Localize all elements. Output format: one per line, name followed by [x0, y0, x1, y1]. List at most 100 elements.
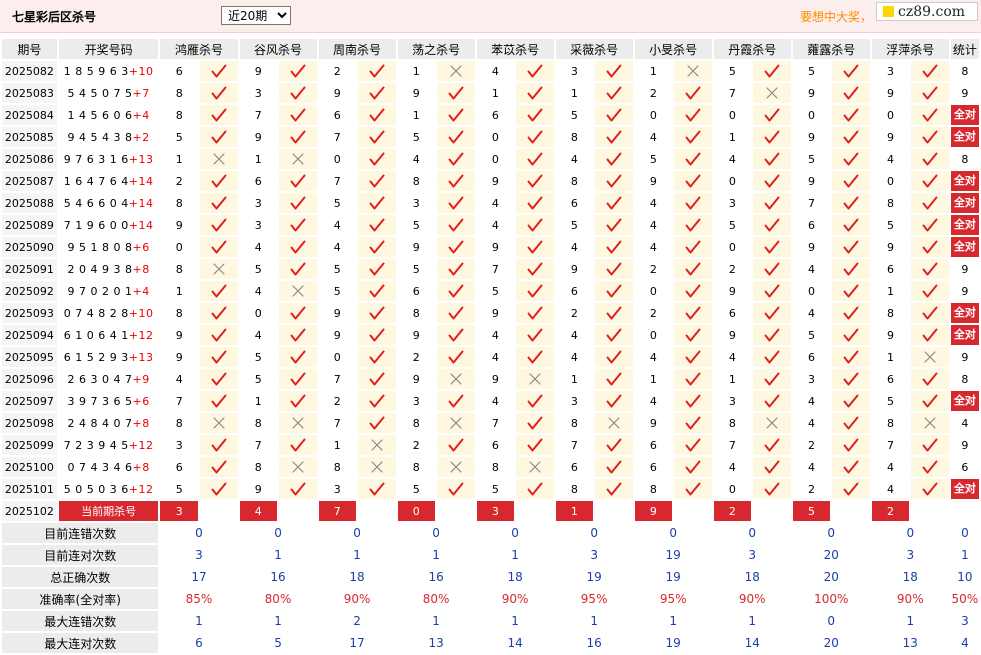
kill-value: 5 — [792, 61, 831, 81]
hit-mark — [357, 347, 396, 367]
kill-value: 3 — [318, 479, 356, 499]
summary-value: 3 — [950, 611, 979, 631]
draw-special: +2 — [132, 130, 150, 144]
period-cell: 2025099 — [2, 435, 57, 455]
check-icon — [606, 240, 622, 254]
kill-value: 0 — [634, 325, 673, 345]
kill-value: 7 — [318, 369, 356, 389]
logo-square-icon — [883, 6, 894, 17]
header-predictor[interactable]: 采薇杀号 — [555, 39, 633, 59]
kill-value: 4 — [397, 149, 435, 169]
table-row: 2025101 5 0 5 0 3 6+12 5 9 3 5 5 8 8 0 2 4 全对 — [2, 479, 979, 499]
kill-value: 9 — [318, 325, 356, 345]
hit-mark — [278, 171, 317, 191]
stat-cell: 全对 — [950, 171, 979, 191]
check-icon — [448, 262, 464, 276]
period-cell: 2025086 — [2, 149, 57, 169]
check-icon — [764, 482, 780, 496]
summary-row: 最大连错次数 1 1 2 1 1 1 1 1 0 1 3 — [2, 611, 979, 631]
draw-numbers-cell: 2 0 4 9 3 8+8 — [58, 259, 159, 279]
table-row: 2025100 0 7 4 3 4 6+8 6 8 8 8 8 6 6 4 4 4 6 — [2, 457, 979, 477]
hit-mark — [674, 413, 712, 433]
hit-mark — [832, 127, 870, 147]
kill-value: 3 — [239, 215, 277, 235]
check-icon — [369, 86, 385, 100]
header-predictor[interactable]: 浮萍杀号 — [871, 39, 949, 59]
miss-mark — [437, 61, 475, 81]
summary-value: 14 — [476, 633, 554, 653]
check-icon — [527, 482, 543, 496]
hit-mark — [516, 127, 554, 147]
draw-digits: 6 1 5 2 9 3 — [63, 350, 129, 364]
kill-value: 3 — [160, 435, 198, 455]
hit-mark — [674, 347, 712, 367]
hit-mark — [516, 435, 554, 455]
check-icon — [922, 64, 938, 78]
check-icon — [290, 218, 306, 232]
hit-mark — [832, 479, 870, 499]
draw-special: +12 — [128, 482, 154, 496]
check-icon — [448, 218, 464, 232]
period-select[interactable]: 近20期 — [221, 6, 291, 25]
hit-mark — [199, 325, 238, 345]
kill-value: 4 — [871, 479, 910, 499]
header-predictor[interactable]: 谷风杀号 — [239, 39, 317, 59]
header-numbers[interactable]: 开奖号码 — [58, 39, 159, 59]
header-predictor[interactable]: 小旻杀号 — [634, 39, 712, 59]
header-predictor[interactable]: 丹霞杀号 — [713, 39, 791, 59]
check-icon — [211, 482, 227, 496]
draw-special: +4 — [132, 284, 150, 298]
kill-value: 9 — [239, 127, 277, 147]
summary-value: 10 — [950, 567, 979, 587]
table-row: 2025093 0 7 4 8 2 8+10 8 0 9 8 9 2 2 6 4 8 全对 — [2, 303, 979, 323]
kill-value: 6 — [160, 457, 198, 477]
hit-mark — [832, 369, 870, 389]
check-icon — [527, 416, 543, 430]
check-icon — [764, 284, 780, 298]
check-icon — [448, 350, 464, 364]
table-row: 2025096 2 6 3 0 4 7+9 4 5 7 9 9 1 1 1 3 6 8 — [2, 369, 979, 389]
all-correct-badge: 全对 — [950, 193, 979, 213]
summary-label: 目前连错次数 — [2, 523, 159, 543]
kill-value: 4 — [555, 347, 594, 367]
hit-mark — [674, 303, 712, 323]
cross-icon — [371, 461, 383, 473]
check-icon — [290, 372, 306, 386]
header-predictor[interactable]: 蕹露杀号 — [792, 39, 870, 59]
hit-mark — [832, 215, 870, 235]
check-icon — [527, 174, 543, 188]
hit-mark — [437, 237, 475, 257]
hit-mark — [674, 457, 712, 477]
draw-special: +7 — [132, 86, 150, 100]
stat-cell: 全对 — [950, 215, 979, 235]
hit-mark — [832, 435, 870, 455]
summary-value: 18 — [713, 567, 791, 587]
summary-value: 17 — [160, 567, 238, 587]
hit-mark — [199, 83, 238, 103]
kill-value: 5 — [792, 325, 831, 345]
header-predictor[interactable]: 荡之杀号 — [397, 39, 475, 59]
check-icon — [922, 174, 938, 188]
period-cell: 2025098 — [2, 413, 57, 433]
miss-mark — [595, 413, 633, 433]
site-logo[interactable]: cz89.com — [876, 2, 978, 21]
check-icon — [843, 284, 859, 298]
kill-value: 0 — [871, 105, 910, 125]
hit-mark — [595, 369, 633, 389]
header-predictor[interactable]: 周南杀号 — [318, 39, 396, 59]
check-icon — [606, 284, 622, 298]
kill-value: 7 — [476, 259, 515, 279]
kill-value: 6 — [476, 435, 515, 455]
kill-value: 1 — [555, 369, 594, 389]
period-cell: 2025084 — [2, 105, 57, 125]
check-icon — [448, 482, 464, 496]
draw-digits: 5 4 5 0 7 5 — [67, 86, 133, 100]
draw-numbers-cell: 1 6 4 7 6 4+14 — [58, 171, 159, 191]
period-cell: 2025082 — [2, 61, 57, 81]
header-predictor[interactable]: 鸿雁杀号 — [160, 39, 238, 59]
header-predictor[interactable]: 苯苡杀号 — [476, 39, 554, 59]
header-period[interactable]: 期号 — [2, 39, 57, 59]
check-icon — [606, 218, 622, 232]
kill-value: 7 — [792, 193, 831, 213]
header-stat[interactable]: 统计 — [950, 39, 979, 59]
